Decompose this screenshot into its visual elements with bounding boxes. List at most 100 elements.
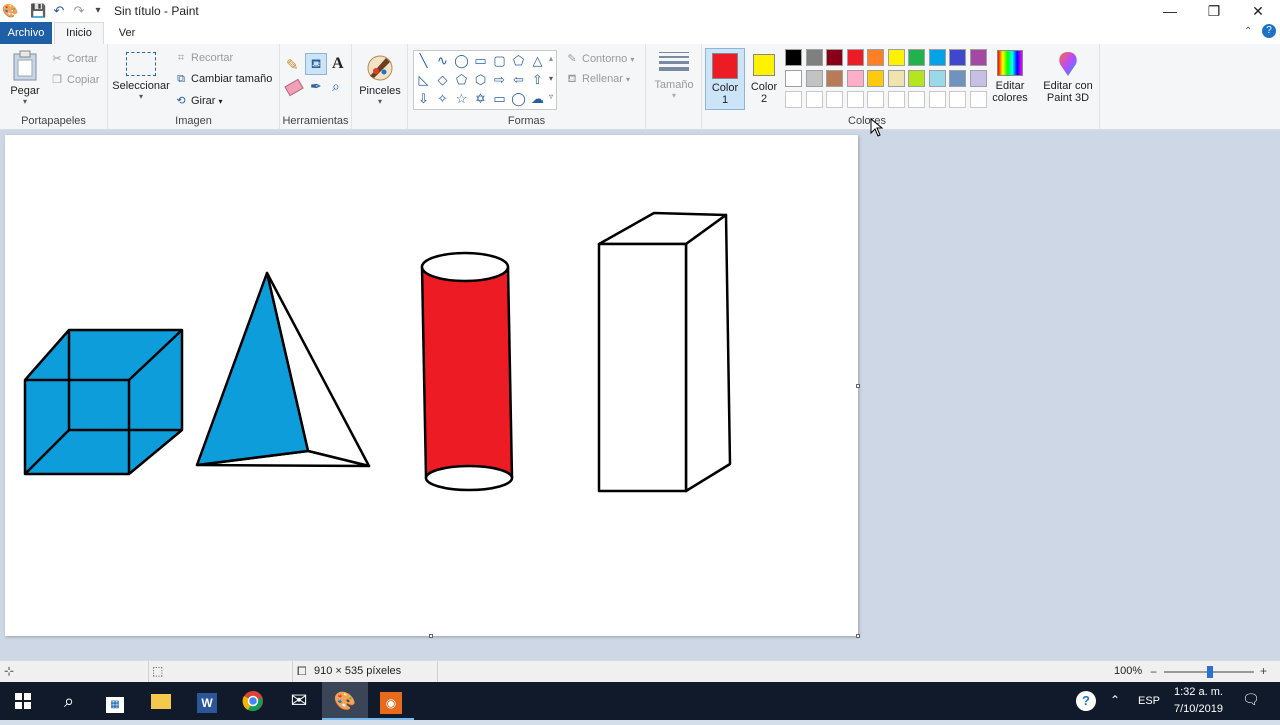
input-language[interactable]: ESP bbox=[1138, 695, 1160, 707]
triangle-shape-icon[interactable]: △ bbox=[529, 52, 546, 69]
down-arrow-shape-icon[interactable]: ⇩ bbox=[415, 90, 432, 107]
palette-swatch[interactable] bbox=[887, 49, 905, 66]
select-button[interactable]: Seleccionar ▾ bbox=[112, 52, 170, 101]
collapse-ribbon-icon[interactable]: ⌃ bbox=[1244, 26, 1252, 37]
custom-color-slot[interactable] bbox=[969, 91, 987, 108]
magnifier-icon[interactable]: ⌕ bbox=[332, 78, 340, 95]
show-hidden-icons-icon[interactable]: ⌃ bbox=[1110, 693, 1120, 707]
clock-time[interactable]: 1:32 a. m. bbox=[1174, 686, 1223, 698]
minimize-button[interactable]: — bbox=[1148, 0, 1192, 22]
color2-button[interactable]: Color 2 bbox=[747, 48, 781, 110]
resize-handle-corner[interactable] bbox=[856, 634, 860, 638]
help-icon[interactable]: ? bbox=[1262, 24, 1276, 38]
rotate-button[interactable]: ⟲ Girar ▾ bbox=[174, 94, 222, 107]
restore-button[interactable]: ❐ bbox=[1192, 0, 1236, 22]
rounded-rectangle-shape-icon[interactable]: ▢ bbox=[491, 52, 508, 69]
close-button[interactable]: ✕ bbox=[1236, 0, 1280, 22]
zoom-slider-thumb[interactable] bbox=[1207, 666, 1213, 678]
oval-callout-shape-icon[interactable]: ◯ bbox=[510, 90, 527, 107]
six-point-star-shape-icon[interactable]: ✡ bbox=[472, 90, 489, 107]
polygon-shape-icon[interactable]: ⬠ bbox=[510, 52, 527, 69]
pencil-icon[interactable]: ✎ bbox=[286, 56, 299, 74]
taskbar-paint[interactable]: 🎨 bbox=[322, 682, 368, 720]
select-dropdown-icon[interactable]: ▾ bbox=[112, 92, 170, 101]
diamond-shape-icon[interactable]: ◇ bbox=[434, 71, 451, 88]
palette-swatch[interactable] bbox=[969, 49, 987, 66]
redo-icon[interactable]: ↷ bbox=[71, 3, 87, 19]
brushes-button[interactable]: Pinceles ▾ bbox=[356, 50, 404, 106]
shapes-expand-icon[interactable]: ▿ bbox=[549, 92, 553, 101]
custom-color-slot[interactable] bbox=[805, 91, 823, 108]
custom-color-slot[interactable] bbox=[887, 91, 905, 108]
hexagon-shape-icon[interactable]: ⬡ bbox=[472, 71, 489, 88]
five-point-star-shape-icon[interactable]: ☆ bbox=[453, 90, 470, 107]
fill-bucket-icon[interactable]: ⛾ bbox=[305, 53, 327, 75]
palette-swatch[interactable] bbox=[805, 70, 823, 87]
color1-button[interactable]: Color 1 bbox=[705, 48, 745, 110]
paste-button[interactable]: Pegar ▾ bbox=[6, 50, 44, 110]
tab-file[interactable]: Archivo bbox=[0, 22, 52, 44]
taskbar-file-explorer[interactable] bbox=[138, 682, 184, 720]
palette-swatch[interactable] bbox=[826, 49, 843, 66]
copy-button[interactable]: ❐ Copiar bbox=[50, 73, 99, 86]
undo-icon[interactable]: ↶ bbox=[51, 3, 67, 19]
line-shape-icon[interactable]: ╲ bbox=[415, 52, 432, 69]
palette-swatch[interactable] bbox=[949, 70, 966, 87]
search-button[interactable]: ⌕ bbox=[46, 682, 92, 720]
tab-view[interactable]: Ver bbox=[110, 22, 144, 44]
eraser-icon[interactable] bbox=[284, 78, 304, 97]
palette-swatch[interactable] bbox=[969, 70, 987, 87]
left-arrow-shape-icon[interactable]: ⇦ bbox=[510, 71, 527, 88]
palette-swatch[interactable] bbox=[908, 70, 925, 87]
cloud-callout-shape-icon[interactable]: ☁ bbox=[529, 90, 546, 107]
edit-colors-button[interactable]: Editar colores bbox=[990, 48, 1030, 104]
custom-color-slot[interactable] bbox=[846, 91, 864, 108]
tab-home[interactable]: Inicio bbox=[54, 22, 104, 44]
palette-swatch[interactable] bbox=[846, 70, 864, 87]
shapes-scroll-up-icon[interactable]: ▴ bbox=[549, 54, 553, 63]
customize-quick-access-icon[interactable]: ▾ bbox=[90, 3, 106, 19]
color-picker-icon[interactable]: ✒ bbox=[310, 78, 322, 95]
custom-color-slot[interactable] bbox=[908, 91, 925, 108]
palette-swatch[interactable] bbox=[928, 49, 946, 66]
right-arrow-shape-icon[interactable]: ⇨ bbox=[491, 71, 508, 88]
fill-button[interactable]: ⛾ Rellenar ▾ bbox=[565, 73, 631, 87]
palette-swatch[interactable] bbox=[867, 49, 884, 66]
custom-color-slot[interactable] bbox=[785, 91, 802, 108]
shapes-scroll-down-icon[interactable]: ▾ bbox=[549, 74, 553, 83]
help-tray-icon[interactable]: ? bbox=[1076, 691, 1096, 711]
pentagon-shape-icon[interactable]: ⬠ bbox=[453, 71, 470, 88]
taskbar-word[interactable]: W bbox=[184, 682, 230, 720]
zoom-in-icon[interactable]: + bbox=[1260, 664, 1267, 678]
palette-swatch[interactable] bbox=[846, 49, 864, 66]
taskbar-chrome[interactable] bbox=[230, 682, 276, 720]
paint-app-icon[interactable]: 🎨 bbox=[2, 3, 18, 19]
custom-color-slot[interactable] bbox=[949, 91, 966, 108]
oval-shape-icon[interactable]: ◯ bbox=[453, 52, 470, 69]
clock-date[interactable]: 7/10/2019 bbox=[1174, 703, 1223, 715]
right-triangle-shape-icon[interactable]: ◺ bbox=[415, 71, 432, 88]
notifications-icon[interactable]: 🗨 bbox=[1242, 691, 1260, 708]
resize-button[interactable]: ⧉ Cambiar tamaño bbox=[174, 73, 272, 86]
resize-handle-bottom[interactable] bbox=[429, 634, 433, 638]
palette-swatch[interactable] bbox=[785, 49, 802, 66]
curve-shape-icon[interactable]: ∿ bbox=[434, 52, 451, 69]
palette-swatch[interactable] bbox=[928, 70, 946, 87]
drawing-canvas[interactable] bbox=[5, 135, 860, 638]
palette-swatch[interactable] bbox=[805, 49, 823, 66]
taskbar-mail[interactable]: ✉ bbox=[276, 682, 322, 720]
palette-swatch[interactable] bbox=[887, 70, 905, 87]
edit-paint3d-button[interactable]: Editar con Paint 3D bbox=[1038, 48, 1098, 104]
paste-dropdown-icon[interactable]: ▾ bbox=[6, 97, 44, 106]
start-button[interactable] bbox=[0, 682, 46, 720]
size-button[interactable]: Tamaño ▾ bbox=[652, 50, 696, 100]
palette-swatch[interactable] bbox=[867, 70, 884, 87]
custom-color-slot[interactable] bbox=[928, 91, 946, 108]
taskbar-recorder[interactable]: ◉ bbox=[368, 682, 414, 720]
rectangle-shape-icon[interactable]: ▭ bbox=[472, 52, 489, 69]
custom-color-slot[interactable] bbox=[867, 91, 884, 108]
zoom-out-icon[interactable]: − bbox=[1150, 665, 1157, 679]
palette-swatch[interactable] bbox=[908, 49, 925, 66]
taskbar-store[interactable]: ▦ bbox=[92, 682, 138, 720]
palette-swatch[interactable] bbox=[949, 49, 966, 66]
